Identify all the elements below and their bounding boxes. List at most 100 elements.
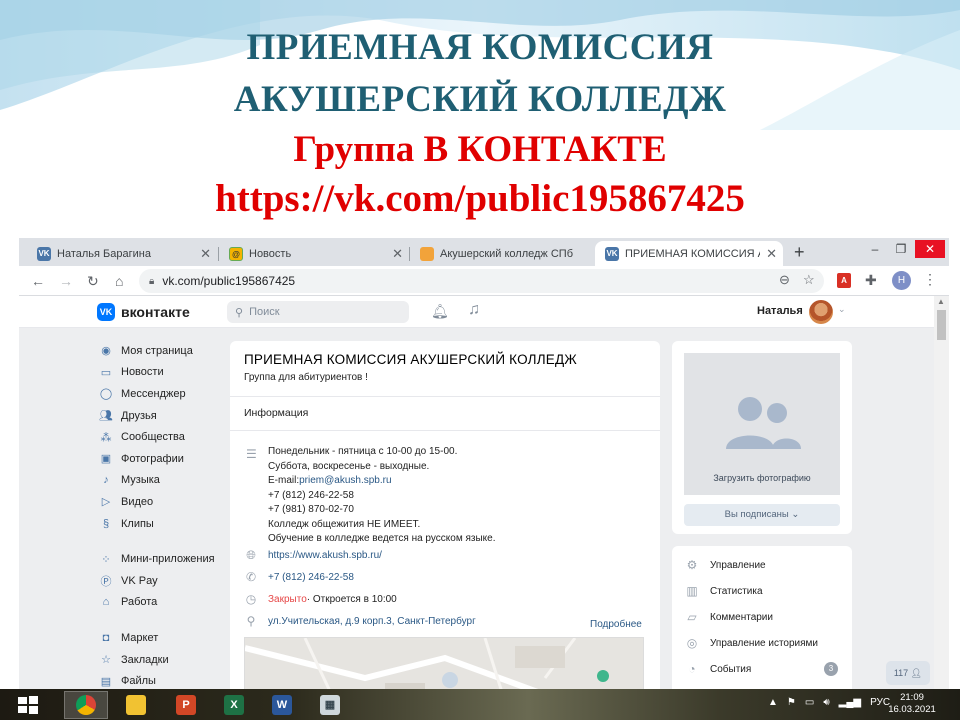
pay-icon: Ⓟ: [100, 575, 112, 588]
signal-icon[interactable]: ▂▄▆: [839, 697, 861, 708]
scroll-up-icon[interactable]: ▲: [937, 297, 945, 306]
hours-row[interactable]: ◷ Закрыто · Откроется в 10:00: [244, 592, 397, 606]
close-tab-icon[interactable]: ✕: [200, 246, 211, 262]
maximize-button[interactable]: ❐: [888, 240, 914, 258]
college-favicon-icon: [420, 246, 434, 261]
windows-start-button[interactable]: [6, 691, 50, 719]
reload-icon[interactable]: ↻: [87, 272, 99, 290]
flag-icon[interactable]: ⚑: [787, 697, 796, 708]
home-icon[interactable]: ⌂: [115, 272, 123, 290]
manage-item-events[interactable]: ◔ События 3: [684, 662, 844, 676]
avatar[interactable]: [809, 300, 833, 324]
search-placeholder: Поиск: [249, 306, 280, 318]
star-icon: ☆: [101, 654, 111, 667]
forward-arrow-icon[interactable]: →: [59, 272, 73, 290]
zoom-icon[interactable]: ⊖: [779, 272, 790, 288]
bookmark-star-icon[interactable]: ☆: [803, 272, 815, 288]
menu-item-messenger[interactable]: ◯ Мессенджер: [99, 383, 229, 405]
music-note-icon[interactable]: ♫: [468, 301, 480, 319]
manage-item-stories[interactable]: ◎ Управление историями: [684, 636, 844, 650]
system-tray: ▲ ⚑ ▭ 🔊︎ ▂▄▆ РУС: [768, 697, 899, 708]
chat-icon: ◯: [99, 388, 113, 401]
address-bar[interactable]: 🔒︎ vk.com/public195867425 ⊖ ☆: [139, 269, 824, 293]
close-window-button[interactable]: ✕: [915, 240, 945, 258]
close-tab-icon[interactable]: ✕: [392, 246, 403, 262]
search-input[interactable]: ⚲ Поиск: [227, 301, 409, 323]
new-tab-button[interactable]: +: [794, 242, 805, 263]
tab-natalya[interactable]: VK Наталья Барагина ✕: [27, 241, 217, 266]
tab-title: Новость: [249, 247, 292, 260]
phone-link[interactable]: +7 (812) 246-22-58: [268, 572, 354, 583]
minimize-button[interactable]: –: [862, 240, 888, 258]
menu-item-friends[interactable]: 👥︎ Друзья: [99, 405, 229, 427]
manage-item-comments[interactable]: ▱ Комментарии: [684, 610, 844, 624]
vk-header: VK вконтакте ⚲ Поиск 🔔︎ ♫ Наталья ⌄: [19, 296, 934, 328]
calculator-icon: ▦: [320, 695, 340, 715]
description-line: Суббота, воскресенье - выходные.: [268, 460, 430, 472]
friends-icon: 👥︎: [99, 410, 113, 423]
tab-news[interactable]: @ Новость ✕: [219, 241, 409, 266]
description-line: +7 (812) 246-22-58: [268, 489, 354, 501]
phone-row[interactable]: ✆ +7 (812) 246-22-58: [244, 570, 354, 584]
vk-logo-icon: VK: [97, 303, 115, 321]
website-link[interactable]: https://www.akush.spb.ru/: [268, 550, 382, 561]
taskbar-powerpoint[interactable]: P: [164, 691, 208, 719]
page-scrollbar[interactable]: ▲: [934, 296, 949, 689]
tab-college[interactable]: Акушерский колледж СПб: [410, 241, 595, 266]
address-row[interactable]: ⚲ ул.Учительская, д.9 корп.3, Санкт-Пете…: [244, 614, 476, 628]
monitor-icon[interactable]: ▭: [805, 697, 814, 708]
taskbar-chrome[interactable]: [64, 691, 108, 719]
address-link[interactable]: ул.Учительская, д.9 корп.3, Санкт-Петерб…: [268, 616, 476, 627]
online-counter[interactable]: 117 👤︎: [886, 661, 930, 685]
volume-icon[interactable]: 🔊︎: [823, 697, 829, 708]
menu-item-bookmarks[interactable]: ☆ Закладки: [99, 649, 229, 671]
taskbar-excel[interactable]: X: [212, 691, 256, 719]
menu-item-vk-pay[interactable]: Ⓟ VK Pay: [99, 570, 229, 592]
map[interactable]: [244, 637, 644, 689]
back-arrow-icon[interactable]: ←: [31, 272, 45, 290]
video-icon: ▷: [101, 496, 111, 509]
clock[interactable]: 21:09 16.03.2021: [884, 692, 940, 716]
manage-menu-card: ⚙ Управление ▥ Статистика ▱ Комментарии ◎ Уп…: [672, 546, 852, 689]
browser-menu-icon[interactable]: ⋮: [923, 271, 937, 288]
menu-item-market[interactable]: ◘ Маркет: [99, 627, 229, 649]
menu-item-mini-apps[interactable]: ⁘ Мини-приложения: [99, 548, 229, 570]
menu-item-label: Моя страница: [121, 344, 193, 357]
menu-item-video[interactable]: ▷ Видео: [99, 491, 229, 513]
slide-title-line-1: ПРИЕМНАЯ КОМИССИЯ: [246, 27, 714, 68]
upload-photo-area[interactable]: Загрузить фотографию: [684, 353, 840, 495]
manage-item-management[interactable]: ⚙ Управление: [684, 558, 844, 572]
profile-avatar[interactable]: Н: [892, 271, 911, 290]
more-link[interactable]: Подробнее: [590, 619, 642, 630]
extensions-puzzle-icon[interactable]: ✚: [865, 272, 877, 289]
tab-admissions[interactable]: VK ПРИЕМНАЯ КОМИССИЯ АК ✕: [595, 241, 783, 266]
menu-item-photos[interactable]: ▣ Фотографии: [99, 448, 229, 470]
file-icon: ▤: [100, 675, 112, 688]
tray-arrow-icon[interactable]: ▲: [768, 697, 778, 708]
menu-item-music[interactable]: ♪ Музыка: [99, 470, 229, 492]
subscribed-button[interactable]: Вы подписаны ⌄: [684, 504, 840, 526]
website-row[interactable]: 🌐︎ https://www.akush.spb.ru/: [244, 548, 382, 563]
close-tab-icon[interactable]: ✕: [766, 246, 777, 262]
menu-item-my-page[interactable]: ◉ Моя страница: [99, 340, 229, 362]
menu-item-communities[interactable]: ⁂ Сообщества: [99, 426, 229, 448]
chevron-down-icon[interactable]: ⌄: [838, 304, 846, 315]
bell-icon[interactable]: 🔔︎: [431, 303, 449, 320]
search-icon: ⚲: [235, 306, 244, 319]
menu-item-news[interactable]: ▭ Новости: [99, 362, 229, 384]
taskbar-word[interactable]: W: [260, 691, 304, 719]
stats-icon: ▥: [686, 584, 698, 598]
email-prefix: E-mail:: [268, 475, 300, 486]
menu-item-files[interactable]: ▤ Файлы: [99, 670, 229, 689]
email-link[interactable]: priem@akush.spb.ru: [299, 475, 391, 486]
user-name[interactable]: Наталья: [757, 305, 803, 317]
taskbar-calculator[interactable]: ▦: [308, 691, 352, 719]
news-icon: ▭: [100, 366, 112, 379]
vk-logo[interactable]: VK вконтакте: [97, 303, 190, 321]
scrollbar-thumb[interactable]: [937, 310, 946, 340]
manage-item-statistics[interactable]: ▥ Статистика: [684, 584, 844, 598]
menu-item-work[interactable]: ⌂ Работа: [99, 592, 229, 614]
menu-item-clips[interactable]: § Клипы: [99, 513, 229, 535]
pdf-extension-icon[interactable]: A: [837, 273, 851, 288]
taskbar-explorer[interactable]: [114, 691, 158, 719]
